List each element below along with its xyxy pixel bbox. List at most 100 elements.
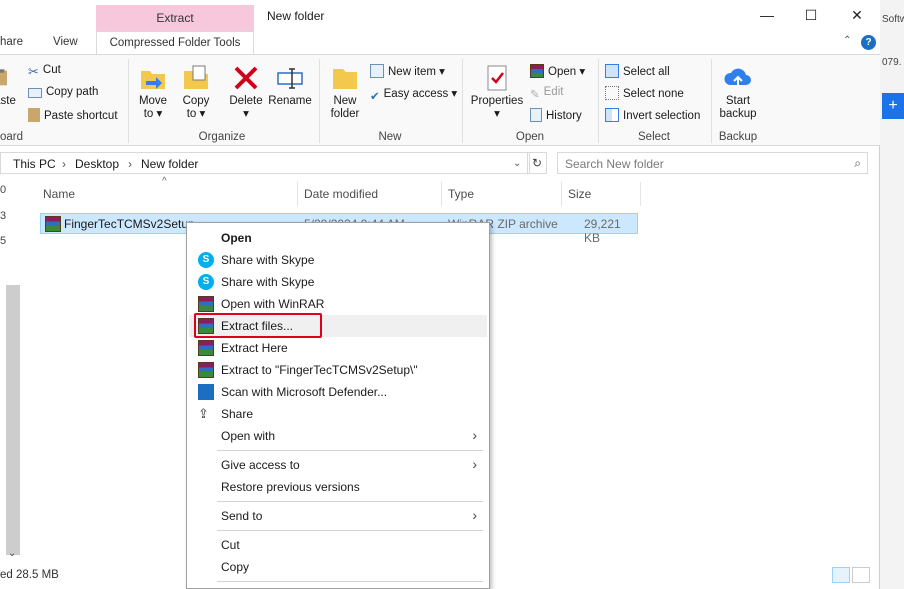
breadcrumb-this-pc[interactable]: This PC [13, 157, 56, 171]
edge-text: Softw [882, 14, 904, 25]
menu-item-share-with-skype-2[interactable]: S Share with Skype [189, 271, 487, 293]
column-header-size[interactable]: Size [568, 187, 591, 201]
help-icon[interactable]: ? [861, 35, 876, 50]
new-folder-button[interactable]: New folder [325, 63, 365, 121]
move-to-button[interactable]: Move to ▾ [134, 63, 172, 121]
column-header-name[interactable]: Name [43, 187, 75, 201]
invert-selection-button[interactable]: Invert selection [605, 108, 700, 122]
menu-item-label: Copy [221, 560, 250, 574]
select-all-button[interactable]: Select all [605, 64, 670, 78]
paste-icon [0, 69, 7, 86]
menu-item-open[interactable]: Open [189, 227, 487, 249]
column-divider[interactable] [561, 182, 562, 206]
menu-item-restore-previous-versions[interactable]: Restore previous versions [189, 476, 487, 498]
copy-path-label: Copy path [46, 86, 99, 98]
menu-item-send-to[interactable]: Send to › [189, 505, 487, 527]
properties-icon [487, 65, 507, 91]
select-none-button[interactable]: Select none [605, 86, 684, 100]
breadcrumb-new-folder[interactable]: New folder [141, 157, 198, 171]
copy-to-button[interactable]: Copy to ▾ [177, 63, 215, 121]
tab-view[interactable]: View [53, 36, 78, 48]
collapse-ribbon-icon[interactable]: ⌃ [843, 35, 851, 46]
properties-button[interactable]: Properties ▾ [468, 63, 526, 121]
easy-access-icon: ✔ [370, 91, 380, 103]
menu-item-label: Open [221, 231, 252, 245]
tab-share[interactable]: hare [0, 36, 23, 48]
winrar-icon [198, 362, 214, 378]
view-toggle [832, 567, 872, 586]
history-button[interactable]: History [530, 108, 582, 122]
file-name: FingerTecTCMSv2Setup [64, 217, 195, 231]
address-bar[interactable]: This PC › Desktop › New folder ⌄ [0, 152, 530, 174]
column-header-type[interactable]: Type [448, 187, 474, 201]
status-bar-text: ed 28.5 MB [0, 569, 59, 581]
search-box[interactable]: Search New folder ⌕ [557, 152, 868, 174]
menu-item-give-access-to[interactable]: Give access to › [189, 454, 487, 476]
menu-item-scan-with-defender[interactable]: Scan with Microsoft Defender... [189, 381, 487, 403]
edit-button[interactable]: ✎ Edit [530, 86, 563, 101]
close-button[interactable]: ✕ [842, 4, 872, 26]
menu-item-open-with-winrar[interactable]: Open with WinRAR [189, 293, 487, 315]
breadcrumb-desktop[interactable]: Desktop [75, 157, 119, 171]
menu-item-copy[interactable]: Copy [189, 556, 487, 578]
refresh-button[interactable]: ↻ [527, 152, 547, 174]
copy-to-icon [184, 65, 208, 89]
rename-icon [277, 68, 303, 89]
select-group-label: Select [638, 131, 670, 143]
extract-context-tab-header: Extract [96, 5, 254, 31]
new-item-label: New item ▾ [388, 66, 445, 78]
copy-path-button[interactable]: Copy path [28, 86, 98, 98]
search-icon: ⌕ [854, 156, 861, 170]
invert-selection-icon [605, 108, 619, 122]
cut-button[interactable]: ✂ Cut [28, 64, 61, 79]
nav-scrollbar-thumb[interactable] [6, 285, 20, 555]
move-to-arrow: to ▾ [143, 108, 163, 120]
column-divider[interactable] [441, 182, 442, 206]
large-icons-view-icon[interactable] [852, 567, 870, 583]
paste-shortcut-button[interactable]: Paste shortcut [28, 108, 118, 122]
edge-plus-button[interactable]: + [882, 93, 904, 119]
menu-item-extract-here[interactable]: Extract Here [189, 337, 487, 359]
properties-arrow: ▾ [494, 108, 500, 120]
copy-path-icon [28, 88, 42, 98]
sort-ascending-icon: ^ [162, 176, 167, 187]
title-bar: Extract New folder — ☐ ✕ hare View Compr… [0, 0, 880, 55]
ribbon: aste ✂Cut Copy path Paste shortcut oard … [0, 54, 880, 146]
menu-item-open-with[interactable]: Open with › [189, 425, 487, 447]
nav-label-0: 0 [0, 184, 7, 196]
minimize-button[interactable]: — [752, 4, 782, 26]
winrar-icon [198, 340, 214, 356]
details-view-icon[interactable] [832, 567, 850, 583]
new-item-button[interactable]: New item ▾ [370, 64, 445, 78]
delete-button[interactable]: Delete ▾ [226, 63, 266, 121]
menu-item-cut[interactable]: Cut [189, 534, 487, 556]
menu-item-label: Open with [221, 429, 276, 443]
easy-access-button[interactable]: ✔ Easy access ▾ [370, 86, 457, 103]
nav-scroll-down-icon[interactable]: ⌄ [8, 548, 16, 559]
column-divider[interactable] [297, 182, 298, 206]
paste-shortcut-icon [28, 108, 40, 122]
address-dropdown-icon[interactable]: ⌄ [513, 158, 521, 169]
breadcrumb-separator: › [62, 157, 66, 171]
skype-icon: S [198, 252, 214, 268]
column-divider[interactable] [640, 182, 641, 206]
defender-icon [198, 384, 214, 400]
menu-separator [217, 450, 483, 451]
open-label: Open ▾ [548, 66, 586, 78]
menu-item-label: Share with Skype [221, 275, 315, 289]
start-backup-button[interactable]: Start backup [715, 63, 761, 121]
tab-compressed-folder-tools[interactable]: Compressed Folder Tools [96, 31, 254, 55]
edit-label: Edit [543, 86, 564, 98]
open-group-label: Open [515, 131, 545, 143]
open-button[interactable]: Open ▾ [530, 64, 585, 78]
delete-x-icon [234, 66, 258, 90]
maximize-button[interactable]: ☐ [796, 4, 826, 26]
column-header-date-modified[interactable]: Date modified [304, 187, 378, 201]
ribbon-separator [711, 59, 712, 143]
menu-item-share-with-skype[interactable]: S Share with Skype [189, 249, 487, 271]
menu-item-share[interactable]: ⇪ Share [189, 403, 487, 425]
paste-button[interactable]: aste [0, 63, 16, 108]
menu-item-extract-to-folder[interactable]: Extract to "FingerTecTCMSv2Setup\" [189, 359, 487, 381]
paste-label: aste [0, 95, 16, 107]
rename-button[interactable]: Rename [268, 63, 312, 108]
